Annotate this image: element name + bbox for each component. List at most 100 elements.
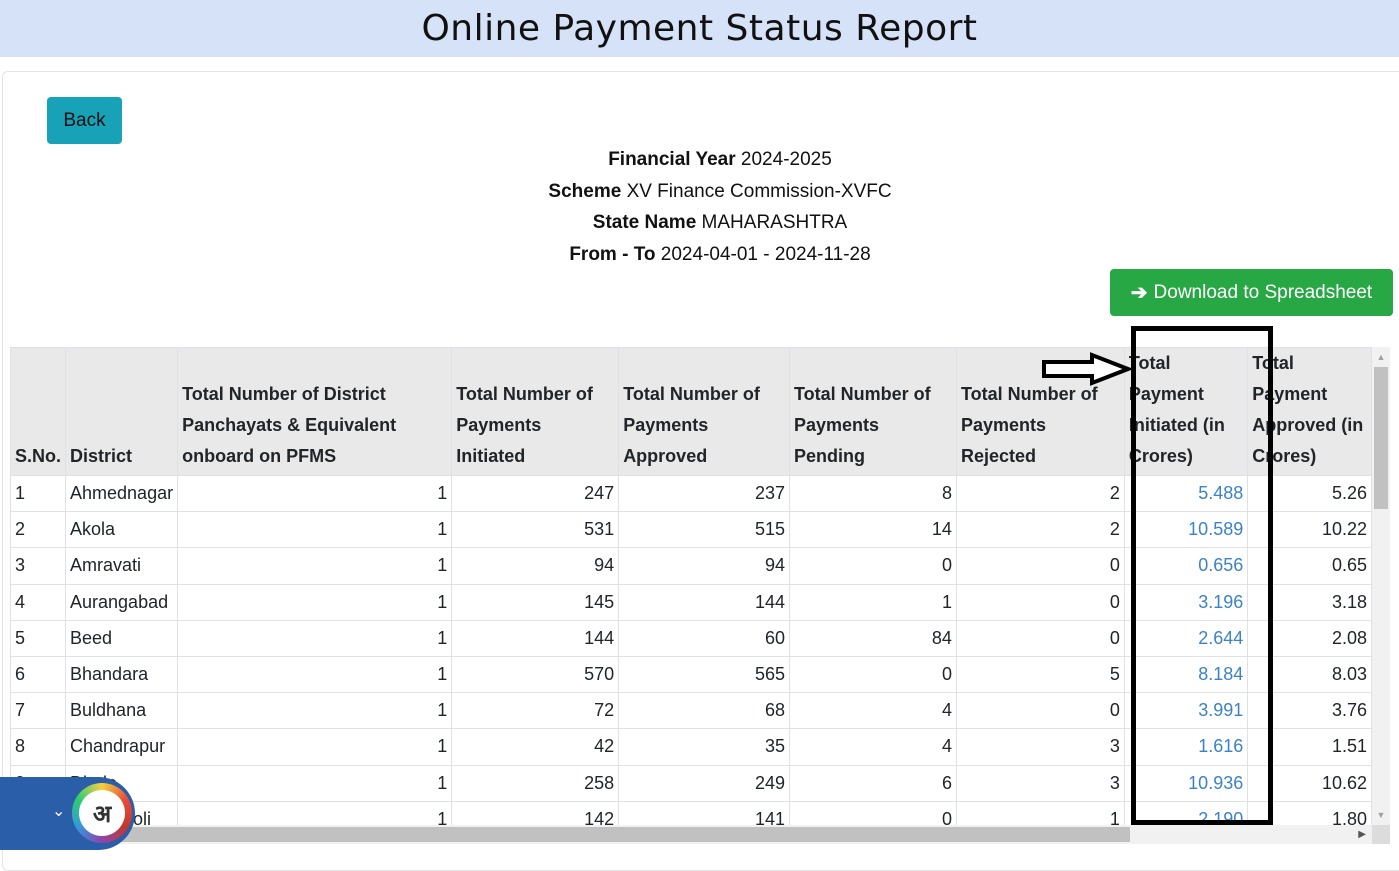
cell-approved: 35 bbox=[618, 728, 790, 766]
table-row: 10Gadchiroli1142141012.1901.80 bbox=[10, 800, 1372, 825]
cell-onboard: 1 bbox=[177, 655, 453, 694]
table-row: 4 Aurangabad 1 145 144 1 0 3.196 3.18 bbox=[10, 583, 1372, 621]
column-header: Total Number of Payments Approved bbox=[618, 347, 790, 476]
cell-district: Chandrapur bbox=[65, 728, 179, 766]
cell-amt-approved: 8.03 bbox=[1247, 655, 1372, 694]
download-label: Download to Spreadsheet bbox=[1153, 281, 1373, 303]
column-header: Total Number of Payments Rejected bbox=[955, 347, 1125, 476]
cell-pending: 0 bbox=[788, 547, 957, 585]
financial-year-label: Financial Year bbox=[608, 149, 736, 170]
page-title: Online Payment Status Report bbox=[421, 8, 978, 49]
cell-rejected: 0 bbox=[955, 692, 1125, 730]
cell-amt-initiated[interactable]: 1.616 bbox=[1123, 728, 1249, 766]
cell-amt-approved: 3.76 bbox=[1247, 692, 1372, 730]
cell-amt-initiated[interactable]: 2.644 bbox=[1123, 619, 1249, 657]
vertical-scroll-thumb[interactable] bbox=[1374, 367, 1388, 509]
cell-amt-approved: 2.08 bbox=[1247, 619, 1372, 657]
cell-initiated: 145 bbox=[451, 583, 620, 621]
chevron-down-icon[interactable]: ⌄ bbox=[52, 801, 65, 821]
cell-initiated: 570 bbox=[451, 655, 620, 694]
cell-amt-initiated[interactable]: 10.589 bbox=[1123, 511, 1249, 549]
cell-amt-initiated[interactable]: 3.991 bbox=[1123, 692, 1249, 730]
horizontal-scrollbar[interactable]: ▶ bbox=[10, 825, 1372, 844]
cell-approved: 68 bbox=[618, 692, 790, 730]
cell-pending: 84 bbox=[788, 619, 957, 657]
cell-pending: 4 bbox=[788, 692, 957, 730]
cell-initiated: 531 bbox=[451, 511, 620, 549]
cell-sno: 7 bbox=[10, 692, 67, 730]
cell-approved: 565 bbox=[618, 655, 790, 694]
cell-pending: 0 bbox=[788, 655, 957, 694]
cell-onboard: 1 bbox=[177, 474, 453, 513]
cell-amt-initiated[interactable]: 8.184 bbox=[1123, 655, 1249, 694]
cell-initiated: 94 bbox=[451, 547, 620, 585]
cell-sno: 1 bbox=[10, 474, 67, 513]
cell-rejected: 0 bbox=[955, 619, 1125, 657]
table-body: 1 Ahmednagar 1 247 237 8 2 5.488 5.26 2 Akola 1 531 5… bbox=[10, 474, 1372, 825]
cell-initiated: 144 bbox=[451, 619, 620, 657]
table-row: 7 Buldhana 1 72 68 4 0 3.991 3.76 bbox=[10, 692, 1372, 730]
scheme-label: Scheme bbox=[548, 180, 622, 202]
cell-amt-initiated[interactable]: 0.656 bbox=[1123, 547, 1249, 585]
scroll-down-icon[interactable]: ▼ bbox=[1372, 807, 1390, 823]
cell-district: Bhandara bbox=[65, 655, 179, 694]
scheme-value: XV Finance Commission-XVFC bbox=[626, 180, 892, 202]
cell-district: Buldhana bbox=[65, 692, 179, 730]
report-info: Financial Year 2024-2025 Scheme XV Finan… bbox=[420, 144, 1020, 270]
vertical-scrollbar[interactable]: ▲ ▼ bbox=[1372, 347, 1390, 825]
cell-approved: 237 bbox=[618, 474, 790, 513]
column-header: District bbox=[65, 347, 179, 476]
cell-initiated: 42 bbox=[451, 728, 620, 766]
download-spreadsheet-button[interactable]: ➔ Download to Spreadsheet bbox=[1110, 269, 1393, 316]
scheme-line: Scheme XV Finance Commission-XVFC bbox=[420, 176, 1020, 208]
cell-amt-initiated[interactable]: 2.190 bbox=[1123, 800, 1249, 825]
cell-onboard: 1 bbox=[177, 692, 453, 730]
cell-rejected: 0 bbox=[955, 547, 1125, 585]
cell-amt-approved: 1.80 bbox=[1247, 800, 1372, 825]
cell-district: Beed bbox=[65, 619, 179, 657]
column-header: Total Number of District Panchayats & Eq… bbox=[177, 347, 453, 476]
cell-sno: 3 bbox=[10, 547, 67, 585]
cell-sno: 5 bbox=[10, 619, 67, 657]
cell-amt-approved: 5.26 bbox=[1247, 474, 1372, 513]
cell-rejected: 3 bbox=[955, 764, 1125, 802]
table-row: 5 Beed 1 144 60 84 0 2.644 2.08 bbox=[10, 619, 1372, 657]
cell-amt-approved: 10.22 bbox=[1247, 511, 1372, 549]
cell-district: Amravati bbox=[65, 547, 179, 585]
report-table-container: S.No. District Total Number of District Pa… bbox=[10, 347, 1372, 825]
cell-rejected: 2 bbox=[955, 474, 1125, 513]
cell-rejected: 5 bbox=[955, 655, 1125, 694]
cell-onboard: 1 bbox=[177, 511, 453, 549]
table-header-row: S.No. District Total Number of District Pa… bbox=[10, 347, 1372, 476]
cell-district: Akola bbox=[65, 511, 179, 549]
cell-onboard: 1 bbox=[177, 583, 453, 621]
cell-amt-approved: 3.18 bbox=[1247, 583, 1372, 621]
cell-sno: 8 bbox=[10, 728, 67, 766]
table-row: 8 Chandrapur 1 42 35 4 3 1.616 1.51 bbox=[10, 728, 1372, 766]
cell-initiated: 72 bbox=[451, 692, 620, 730]
horizontal-scroll-thumb[interactable] bbox=[10, 827, 1130, 842]
cell-pending: 8 bbox=[788, 474, 957, 513]
language-logo-icon[interactable]: अ bbox=[72, 783, 132, 843]
cell-onboard: 1 bbox=[177, 728, 453, 766]
column-header: S.No. bbox=[10, 347, 67, 476]
state-value: MAHARASHTRA bbox=[701, 212, 848, 233]
financial-year-value: 2024-2025 bbox=[740, 149, 832, 170]
language-widget[interactable]: ⌄ अ bbox=[0, 777, 135, 850]
cell-approved: 60 bbox=[618, 619, 790, 657]
cell-amt-initiated[interactable]: 5.488 bbox=[1123, 474, 1249, 513]
cell-amt-approved: 1.51 bbox=[1247, 728, 1372, 766]
table-row: 9Dhule12582496310.93610.62 bbox=[10, 764, 1372, 802]
table-row: 6 Bhandara 1 570 565 0 5 8.184 8.03 bbox=[10, 655, 1372, 694]
scroll-right-icon[interactable]: ▶ bbox=[1358, 825, 1366, 844]
back-button[interactable]: Back bbox=[47, 97, 122, 144]
cell-amt-initiated[interactable]: 3.196 bbox=[1123, 583, 1249, 621]
page-header: Online Payment Status Report bbox=[0, 0, 1399, 57]
cell-amt-initiated[interactable]: 10.936 bbox=[1123, 764, 1249, 802]
scroll-up-icon[interactable]: ▲ bbox=[1372, 349, 1390, 365]
cell-approved: 144 bbox=[618, 583, 790, 621]
cell-approved: 249 bbox=[618, 764, 790, 802]
period-label: From - To bbox=[569, 243, 656, 265]
cell-amt-approved: 10.62 bbox=[1247, 764, 1372, 802]
arrow-right-icon: ➔ bbox=[1130, 282, 1148, 304]
